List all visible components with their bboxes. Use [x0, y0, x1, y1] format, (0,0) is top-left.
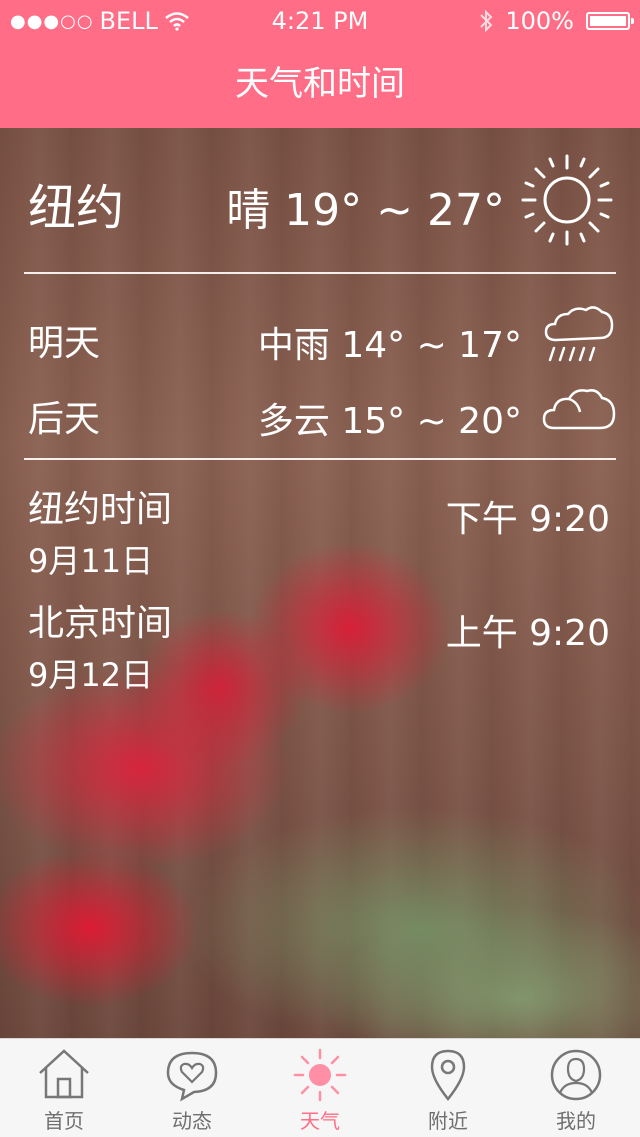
forecast-day-after-tomorrow: 后天: [28, 399, 101, 440]
sun-icon: [293, 1048, 347, 1102]
status-bar: ●●●○○ BELL 4:21 PM 100%: [0, 0, 640, 40]
forecast-day-tomorrow: 明天: [28, 323, 101, 364]
timezone-label-beijing: 北京时间: [28, 603, 173, 644]
tab-label: 首页: [44, 1109, 84, 1133]
cloud-icon: [542, 389, 616, 430]
divider: [24, 272, 616, 274]
today-condition: 晴 19° ~ 27°: [226, 185, 505, 236]
battery-icon: [586, 12, 634, 30]
tab-label: 附近: [428, 1109, 468, 1133]
battery-percent: 100%: [505, 7, 574, 35]
tab-nearby[interactable]: 附近: [384, 1039, 512, 1137]
user-icon: [550, 1049, 602, 1101]
city-name: 纽约: [28, 180, 125, 236]
tab-weather[interactable]: 天气: [256, 1039, 384, 1137]
tab-label: 动态: [172, 1109, 212, 1133]
weather-content: 纽约 晴 19° ~ 27° 明天 中雨 14° ~ 17° 后天 多云 15°…: [0, 128, 640, 1038]
sun-icon: [521, 154, 613, 246]
tab-profile[interactable]: 我的: [512, 1039, 640, 1137]
status-bar-right: 100%: [479, 7, 634, 35]
divider: [24, 458, 616, 460]
location-pin-icon: [430, 1049, 466, 1102]
timezone-date-newyork: 9月11日: [28, 542, 154, 580]
nav-bar: 天气和时间: [0, 40, 640, 128]
heart-bubble-icon: [166, 1051, 218, 1102]
tab-moments[interactable]: 动态: [128, 1039, 256, 1137]
home-icon: [39, 1049, 89, 1099]
timezone-time-beijing: 上午 9:20: [445, 613, 610, 654]
forecast-condition-after-tomorrow: 多云 15° ~ 20°: [257, 401, 522, 442]
timezone-date-beijing: 9月12日: [28, 656, 154, 694]
bluetooth-icon: [480, 9, 493, 33]
timezone-time-newyork: 下午 9:20: [445, 499, 610, 540]
tab-bar: 首页 动态 天气 附近 我的: [0, 1038, 640, 1137]
page-title: 天气和时间: [235, 64, 405, 104]
rain-cloud-icon: [544, 306, 614, 362]
tab-label: 天气: [300, 1109, 340, 1133]
tab-label: 我的: [556, 1109, 596, 1133]
timezone-label-newyork: 纽约时间: [28, 489, 173, 530]
tab-home[interactable]: 首页: [0, 1039, 128, 1137]
forecast-condition-tomorrow: 中雨 14° ~ 17°: [257, 325, 522, 366]
